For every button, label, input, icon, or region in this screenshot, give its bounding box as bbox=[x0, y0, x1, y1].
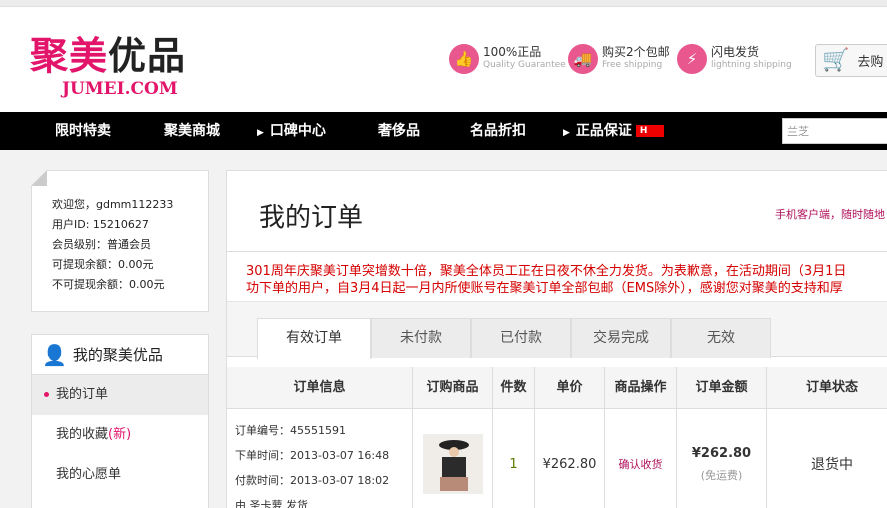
table-row: 订单编号：45551591 下单时间：2013-03-07 16:48 付款时间… bbox=[227, 409, 887, 508]
active-dot-icon bbox=[44, 392, 49, 397]
page-title: 我的订单 bbox=[259, 203, 364, 233]
logo-chinese: 聚美优品 bbox=[30, 34, 187, 78]
table-header: 订单信息 订购商品 件数 单价 商品操作 订单金额 订单状态 bbox=[227, 367, 887, 409]
sidebar-item-orders[interactable]: 我的订单 bbox=[32, 375, 208, 415]
nav-item-luxury[interactable]: 奢侈品 bbox=[378, 112, 420, 150]
nav-item-flash-sale[interactable]: 限时特卖 bbox=[55, 112, 111, 150]
logo-english: JUMEI.COM bbox=[62, 79, 178, 99]
col-action: 商品操作 bbox=[605, 367, 677, 409]
mobile-client-link[interactable]: 手机客户端，随时随地 bbox=[775, 206, 885, 222]
top-strip bbox=[0, 0, 887, 7]
cart-icon: 🛒 bbox=[822, 48, 850, 73]
status-cell: 退货中 bbox=[811, 457, 853, 473]
thumbs-up-icon: 👍 bbox=[449, 44, 479, 74]
tab-completed[interactable]: 交易完成 bbox=[571, 318, 671, 358]
nav-item-discount[interactable]: 名品折扣 bbox=[470, 112, 526, 150]
promo-quality: 👍 100%正品 Quality Guarantee bbox=[449, 44, 566, 74]
order-info-cell: 订单编号：45551591 下单时间：2013-03-07 16:48 付款时间… bbox=[227, 409, 413, 508]
col-unit-price: 单价 bbox=[535, 367, 605, 409]
welcome-text: 欢迎您，gdmm112233 bbox=[52, 198, 174, 211]
sidebar-item-wishlist[interactable]: 我的心愿单 bbox=[32, 455, 208, 495]
tab-valid-orders[interactable]: 有效订单 bbox=[257, 318, 371, 359]
member-level: 会员级别：普通会员 bbox=[52, 238, 151, 251]
corner-fold bbox=[31, 170, 47, 186]
tab-invalid[interactable]: 无效 bbox=[671, 318, 771, 358]
product-thumbnail[interactable] bbox=[422, 434, 483, 494]
action-cell: 确认收货 bbox=[605, 409, 677, 508]
qty-cell: 1 bbox=[493, 409, 535, 508]
search-input[interactable] bbox=[782, 118, 887, 144]
hot-badge: H bbox=[635, 125, 664, 137]
order-tabs: 有效订单 未付款 已付款 交易完成 无效 bbox=[227, 301, 887, 359]
user-icon: 👤 bbox=[42, 342, 67, 367]
non-withdrawable-balance: 不可提现余额：0.00元 bbox=[52, 278, 165, 291]
user-id: 用户ID: 15210627 bbox=[52, 218, 149, 231]
sidebar-header: 👤 我的聚美优品 bbox=[32, 335, 208, 375]
pay-time: 付款时间：2013-03-07 18:02 bbox=[235, 474, 390, 487]
order-amount: ¥262.80 bbox=[691, 445, 752, 461]
confirm-receipt-link[interactable]: 确认收货 bbox=[619, 456, 663, 472]
nav-item-reviews[interactable]: ▶ 口碑中心 bbox=[257, 112, 326, 150]
arrow-right-icon: ▶ bbox=[257, 128, 264, 138]
ship-by: 由 圣卡萝 发货 bbox=[235, 499, 308, 508]
user-info-box: 欢迎您，gdmm112233 用户ID: 15210627 会员级别：普通会员 … bbox=[31, 170, 209, 312]
lightning-icon: ⚡ bbox=[677, 44, 707, 74]
divider bbox=[227, 251, 887, 252]
promo-free-shipping: 🚚 购买2个包邮 Free shipping bbox=[568, 44, 670, 74]
col-qty: 件数 bbox=[493, 367, 535, 409]
orders-panel: 我的订单 手机客户端，随时随地 301周年庆聚美订单突增数十倍，聚美全体员工正在… bbox=[226, 170, 887, 508]
cart-button[interactable]: 🛒 去购 bbox=[815, 44, 887, 77]
jumei-logo[interactable]: 聚美优品 JUMEI.COM bbox=[30, 34, 187, 99]
site-header: 聚美优品 JUMEI.COM 👍 100%正品 Quality Guarante… bbox=[0, 7, 887, 112]
arrow-right-icon: ▶ bbox=[563, 128, 570, 138]
order-number[interactable]: 订单编号：45551591 bbox=[235, 418, 412, 443]
promo-lightning: ⚡ 闪电发货 lightning shipping bbox=[677, 44, 792, 74]
nav-item-guarantee[interactable]: ▶ 正品保证 H bbox=[563, 112, 664, 150]
withdrawable-balance: 可提现余额：0.00元 bbox=[52, 258, 154, 271]
tab-paid[interactable]: 已付款 bbox=[471, 318, 571, 358]
tab-unpaid[interactable]: 未付款 bbox=[371, 318, 471, 358]
col-amount: 订单金额 bbox=[677, 367, 767, 409]
notice-text: 301周年庆聚美订单突增数十倍，聚美全体员工正在日夜不休全力发货。为表歉意，在活… bbox=[246, 264, 847, 296]
new-badge: (新) bbox=[108, 427, 132, 442]
col-status: 订单状态 bbox=[805, 380, 858, 395]
nav-item-mall[interactable]: 聚美商城 bbox=[164, 112, 220, 150]
main-nav: 限时特卖 聚美商城 ▶ 口碑中心 奢侈品 名品折扣 ▶ 正品保证 H bbox=[0, 112, 887, 150]
amount-cell: ¥262.80 (免运费) bbox=[677, 409, 767, 508]
free-shipping-note: (免运费) bbox=[700, 468, 743, 482]
col-product: 订购商品 bbox=[413, 367, 493, 409]
unit-price-cell: ¥262.80 bbox=[535, 409, 605, 508]
order-time: 下单时间：2013-03-07 16:48 bbox=[235, 449, 390, 462]
product-cell bbox=[413, 409, 493, 508]
sidebar-menu: 👤 我的聚美优品 我的订单 我的收藏(新) 我的心愿单 bbox=[31, 334, 209, 508]
truck-icon: 🚚 bbox=[568, 44, 598, 74]
col-order-info: 订单信息 bbox=[227, 367, 413, 409]
sidebar-item-favorites[interactable]: 我的收藏(新) bbox=[32, 415, 208, 455]
